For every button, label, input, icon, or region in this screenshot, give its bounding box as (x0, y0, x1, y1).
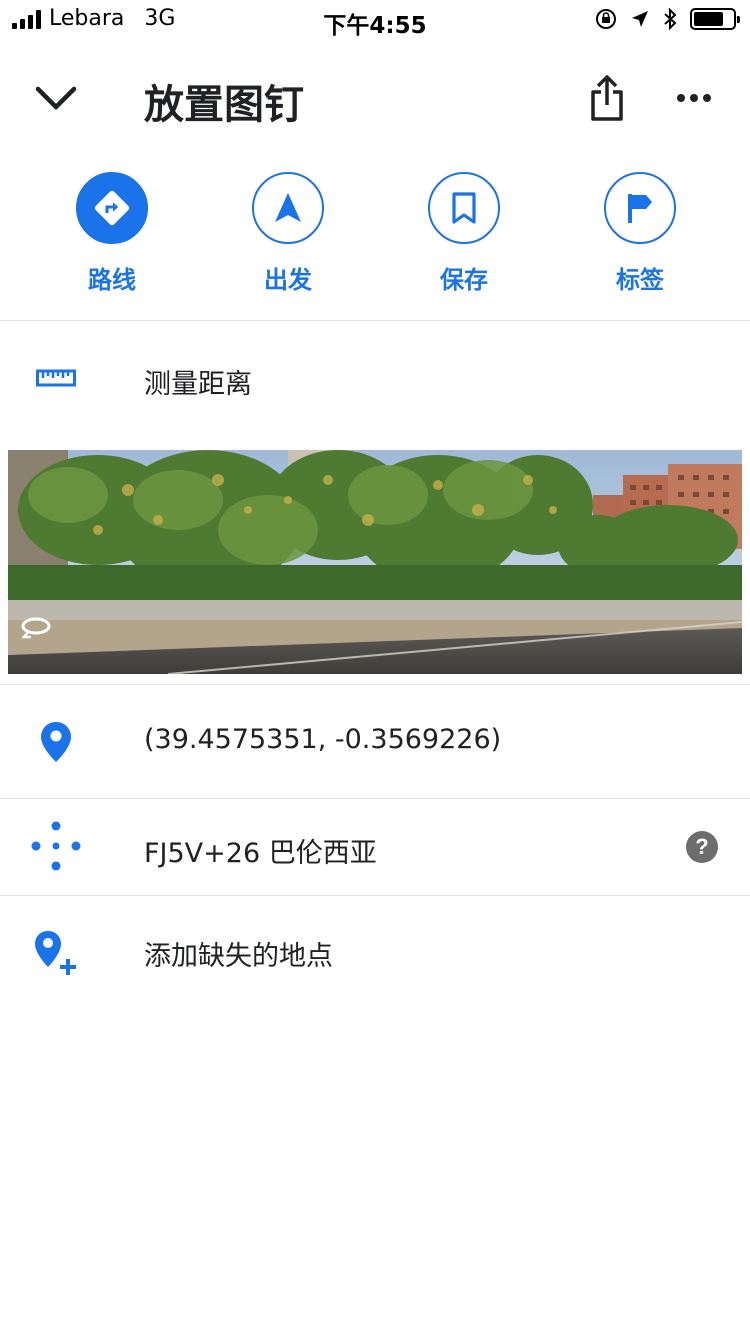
save-button[interactable]: 保存 (389, 172, 539, 302)
status-right (594, 7, 740, 31)
directions-icon (94, 190, 130, 226)
add-missing-place-row[interactable]: 添加缺失的地点 (0, 900, 750, 1004)
header: 放置图钉 (0, 50, 750, 145)
coordinates-row[interactable]: (39.4575351, -0.3569226) (0, 690, 750, 796)
add-missing-place-label: 添加缺失的地点 (144, 941, 333, 972)
collapse-button[interactable] (30, 72, 82, 124)
start-circle (252, 172, 324, 244)
label-circle (604, 172, 676, 244)
start-button[interactable]: 出发 (213, 172, 363, 302)
divider (0, 320, 750, 321)
directions-label: 路线 (88, 266, 136, 294)
add-place-icon-wrap (26, 922, 86, 982)
more-horizontal-icon (677, 94, 711, 102)
save-label: 保存 (440, 266, 488, 294)
more-options-button[interactable] (666, 78, 722, 118)
divider (0, 895, 750, 896)
measure-distance-row[interactable]: 测量距离 (0, 330, 750, 426)
action-bar: 路线 出发 保存 标签 (0, 172, 750, 302)
share-icon (591, 75, 623, 121)
ruler-icon (36, 369, 76, 387)
street-view-image[interactable] (8, 450, 742, 674)
page-title: 放置图钉 (144, 82, 304, 128)
measure-distance-label: 测量距离 (144, 369, 252, 400)
flag-icon (628, 194, 652, 223)
plus-code-icon-wrap (26, 816, 86, 876)
directions-circle (76, 172, 148, 244)
start-label: 出发 (264, 266, 312, 294)
label-button[interactable]: 标签 (565, 172, 715, 302)
bluetooth-icon (664, 7, 677, 31)
plus-code-icon (31, 821, 81, 871)
battery-icon (690, 8, 740, 30)
chevron-down-icon (35, 86, 77, 111)
label-label: 标签 (616, 266, 664, 294)
plus-code-text: FJ5V+26 巴伦西亚 (144, 838, 377, 869)
status-bar: Lebara 3G 下午4:55 (0, 0, 750, 40)
360-view-icon[interactable] (18, 612, 54, 642)
map-pin-icon (41, 722, 71, 762)
rotation-lock-icon (596, 9, 616, 29)
share-button[interactable] (582, 70, 632, 126)
bookmark-icon (452, 192, 476, 224)
plus-code-row[interactable]: FJ5V+26 巴伦西亚 ? (0, 800, 750, 894)
navigation-arrow-icon (275, 193, 301, 222)
directions-button[interactable]: 路线 (37, 172, 187, 302)
divider (0, 684, 750, 685)
measure-icon-wrap (26, 348, 86, 408)
battery-fill (694, 12, 723, 26)
street-view-photo (8, 450, 742, 674)
help-icon[interactable]: ? (686, 831, 718, 863)
divider (0, 798, 750, 799)
coordinates-icon-wrap (26, 712, 86, 772)
save-circle (428, 172, 500, 244)
coordinates-text: (39.4575351, -0.3569226) (144, 724, 502, 755)
add-place-icon (35, 931, 76, 975)
location-arrow-icon (632, 11, 648, 27)
